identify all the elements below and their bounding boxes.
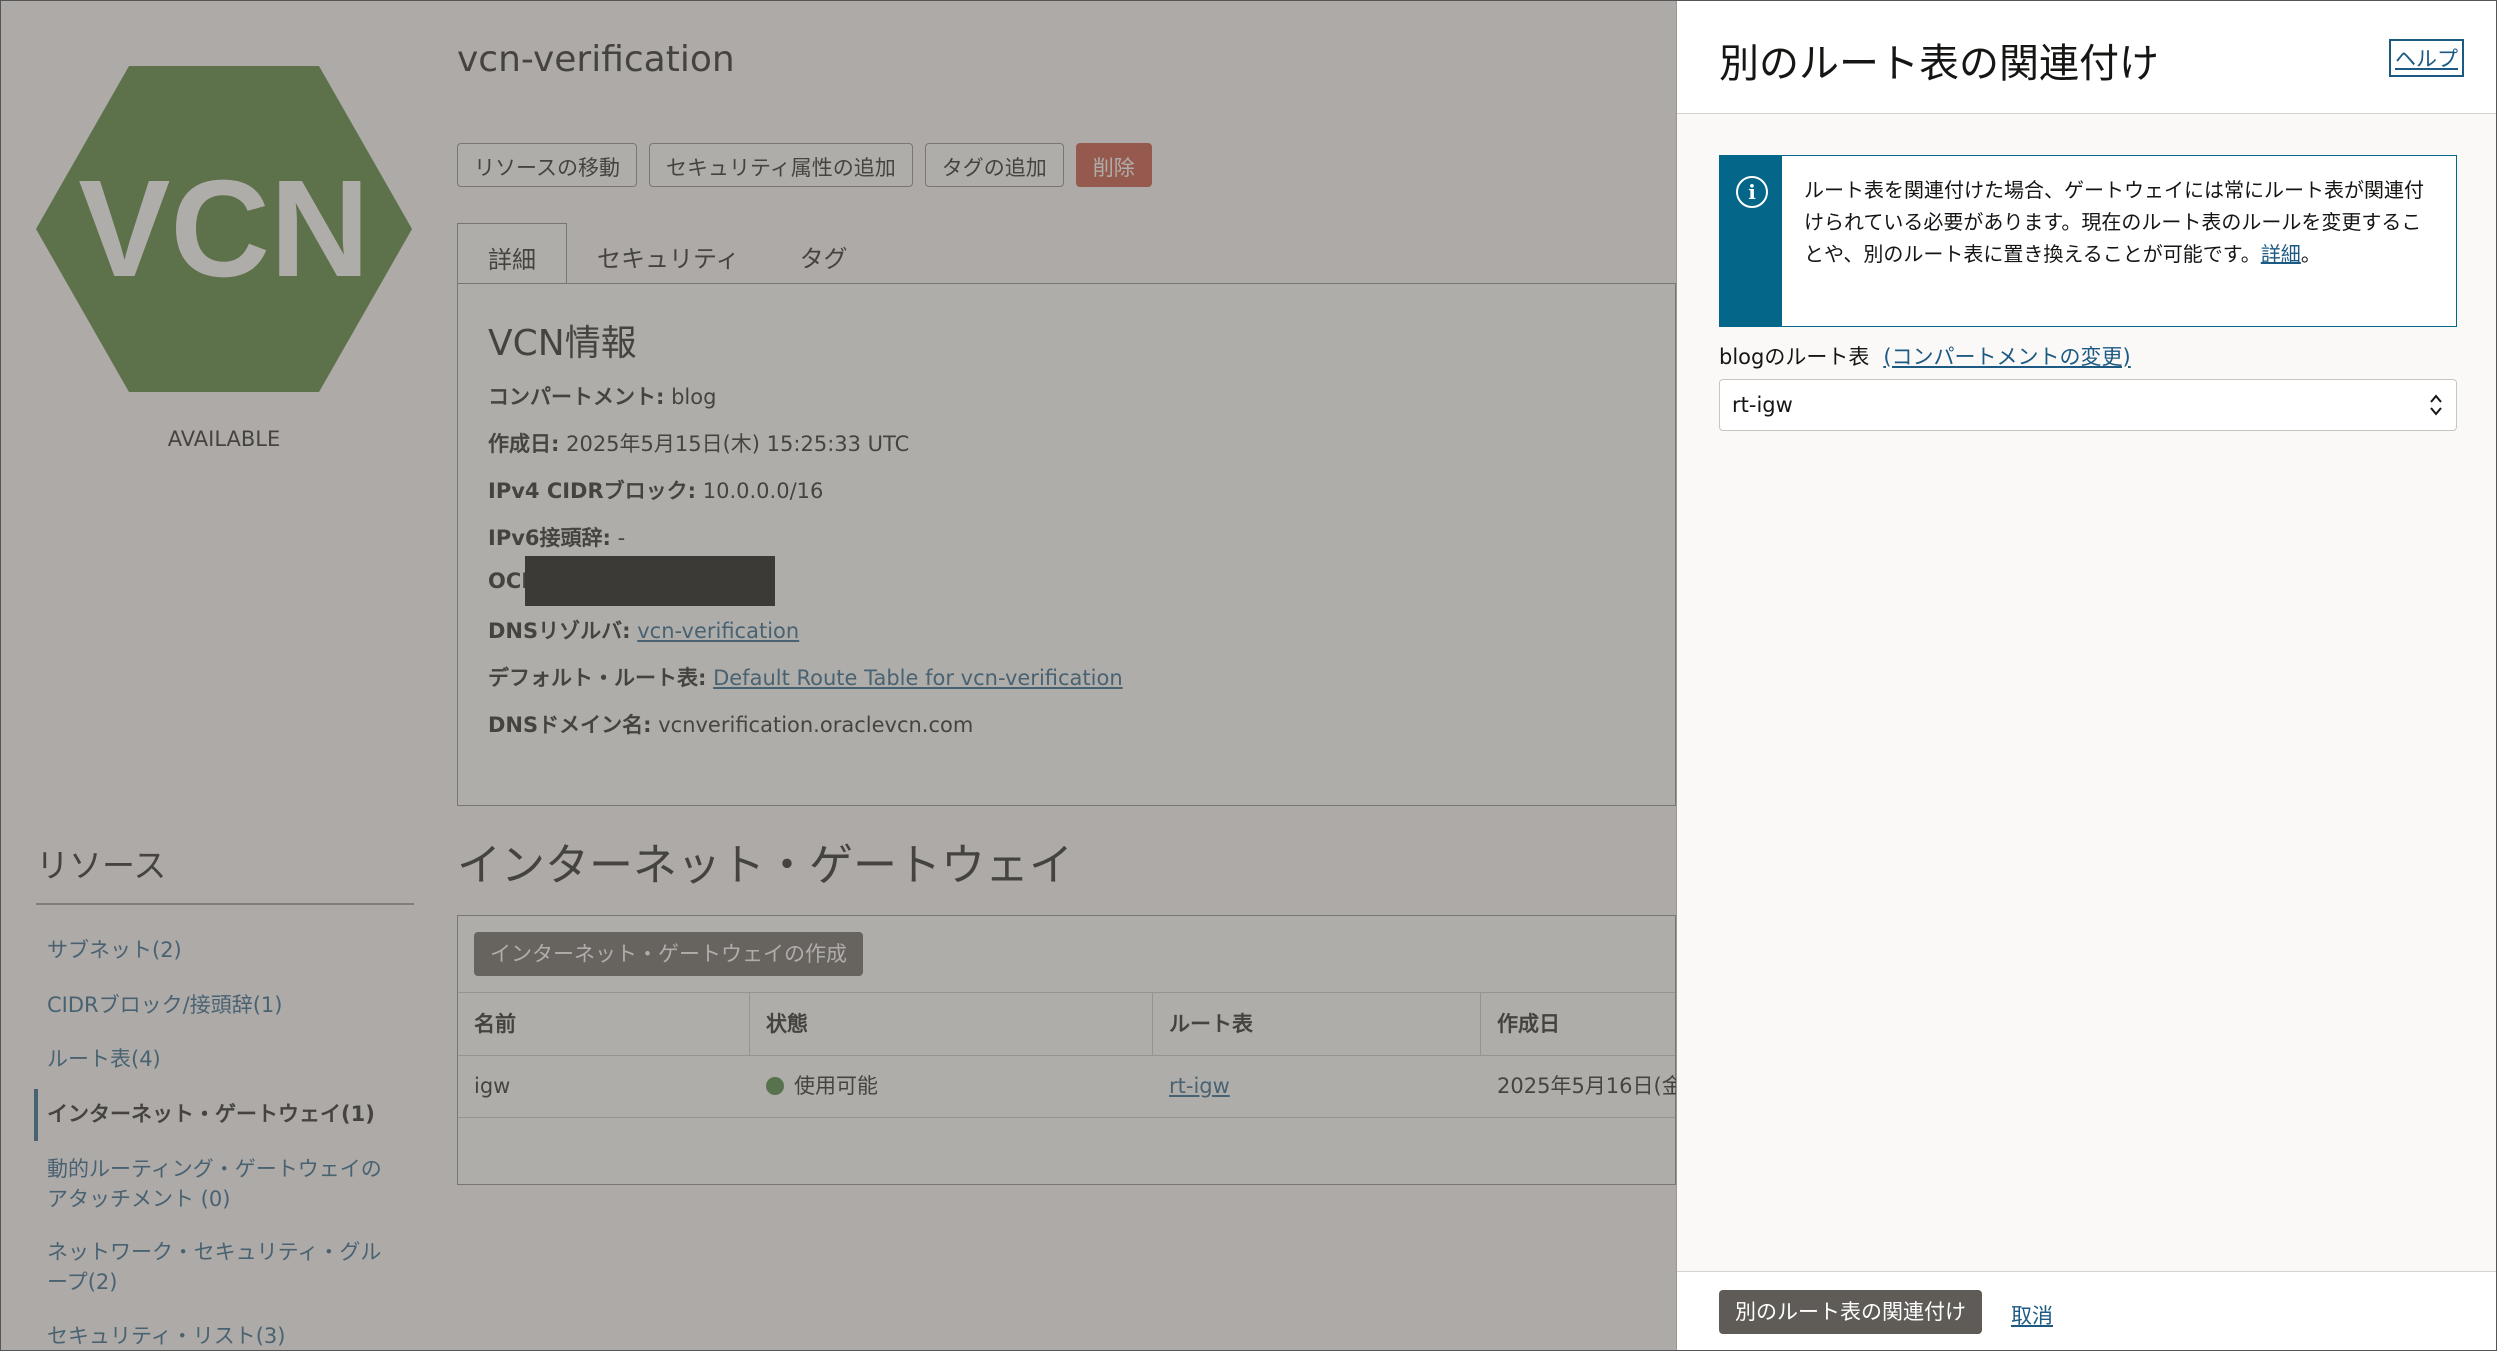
default-route-table-row: デフォルト・ルート表: Default Route Table for vcn-… — [488, 666, 1123, 690]
column-state[interactable]: 状態 — [750, 993, 1153, 1055]
row-state: 使用可能 — [750, 1055, 1153, 1117]
route-table-select[interactable]: rt-igw — [1719, 379, 2457, 431]
drawer-title: 別のルート表の関連付け — [1719, 41, 2159, 87]
create-internet-gateway-button[interactable]: インターネット・ゲートウェイの作成 — [474, 932, 863, 976]
info-alert: i ルート表を関連付けた場合、ゲートウェイには常にルート表が関連付けられている必… — [1719, 155, 2457, 327]
ipv4-row: IPv4 CIDRブロック: 10.0.0.0/16 — [488, 479, 824, 503]
ocid-row: OCID: — [488, 556, 775, 606]
drawer-footer: 別のルート表の関連付け 取消 — [1677, 1271, 2496, 1350]
row-route-table: rt-igw — [1153, 1055, 1481, 1117]
dns-resolver-link[interactable]: vcn-verification — [637, 619, 799, 643]
table-row: igw 使用可能 rt-igw 2025年5月16日(金) — [458, 1055, 1691, 1118]
app-frame: VCN AVAILABLE リソース サブネット(2) CIDRブロック/接頭辞… — [0, 0, 2497, 1351]
created-row: 作成日: 2025年5月15日(木) 15:25:33 UTC — [488, 432, 910, 456]
dns-resolver-row: DNSリゾルバ: vcn-verification — [488, 619, 800, 643]
resources-divider — [36, 903, 414, 905]
compartment-row: コンパートメント: blog — [488, 385, 717, 409]
ipv6-row: IPv6接頭辞: - — [488, 526, 626, 550]
vcn-state: AVAILABLE — [167, 427, 281, 451]
resource-cidr-blocks[interactable]: CIDRブロック/接頭辞(1) — [47, 990, 392, 1020]
info-alert-text: ルート表を関連付けた場合、ゲートウェイには常にルート表が関連付けられている必要が… — [1804, 178, 2424, 266]
associate-route-table-button[interactable]: 別のルート表の関連付け — [1719, 1290, 1982, 1334]
route-table-selected-value: rt-igw — [1732, 393, 1793, 417]
move-resource-button[interactable]: リソースの移動 — [457, 143, 637, 187]
add-security-attr-button[interactable]: セキュリティ属性の追加 — [648, 143, 913, 187]
action-bar: リソースの移動 セキュリティ属性の追加 タグの追加 削除 — [457, 143, 1152, 187]
associate-route-table-drawer: 別のルート表の関連付け ヘルプ i ルート表を関連付けた場合、ゲートウェイには常… — [1676, 1, 2496, 1350]
resource-nsg[interactable]: ネットワーク・セキュリティ・グループ(2) — [47, 1237, 392, 1297]
internet-gateways-table: インターネット・ゲートウェイの作成 名前 状態 ルート表 作成日 igw 使用可… — [457, 915, 1691, 1185]
default-route-table-link[interactable]: Default Route Table for vcn-verification — [713, 666, 1123, 690]
column-created[interactable]: 作成日 — [1481, 993, 1677, 1055]
resource-internet-gateways[interactable]: インターネット・ゲートウェイ(1) — [47, 1099, 392, 1129]
resources-title: リソース — [36, 846, 167, 885]
route-table-field-label: blogのルート表 (コンパートメントの変更) — [1719, 345, 2131, 369]
resource-route-tables[interactable]: ルート表(4) — [47, 1044, 392, 1074]
page-title: vcn-verification — [457, 39, 735, 80]
tab-details[interactable]: 詳細 — [457, 223, 567, 285]
help-link[interactable]: ヘルプ — [2389, 39, 2464, 77]
cancel-link[interactable]: 取消 — [2011, 1300, 2053, 1330]
info-alert-bar: i — [1720, 156, 1782, 326]
delete-button[interactable]: 削除 — [1075, 143, 1152, 187]
vcn-hexagon-icon: VCN — [34, 64, 414, 394]
dns-domain-row: DNSドメイン名: vcnverification.oraclevcn.com — [488, 713, 974, 737]
route-table-link[interactable]: rt-igw — [1169, 1074, 1230, 1098]
info-icon: i — [1736, 176, 1768, 208]
column-route-table[interactable]: ルート表 — [1153, 993, 1481, 1055]
change-compartment-link[interactable]: (コンパートメントの変更) — [1883, 345, 2130, 369]
tab-bar: 詳細 セキュリティ タグ — [457, 223, 878, 285]
row-created: 2025年5月16日(金) — [1497, 1074, 1691, 1098]
chevron-up-down-icon — [2430, 394, 2442, 416]
status-dot-icon — [766, 1077, 784, 1095]
active-indicator — [34, 1089, 38, 1141]
vcn-info-panel: VCN情報 コンパートメント: blog 作成日: 2025年5月15日(木) … — [457, 283, 1676, 806]
column-name[interactable]: 名前 — [458, 993, 750, 1055]
drawer-header: 別のルート表の関連付け ヘルプ — [1677, 1, 2496, 114]
vcn-icon-text: VCN — [78, 152, 369, 306]
learn-more-link[interactable]: 詳細 — [2261, 242, 2301, 266]
tab-security[interactable]: セキュリティ — [567, 223, 770, 285]
row-name: igw — [474, 1074, 511, 1098]
table-header: 名前 状態 ルート表 作成日 — [458, 992, 1675, 1056]
add-tag-button[interactable]: タグの追加 — [924, 143, 1064, 187]
resource-security-lists[interactable]: セキュリティ・リスト(3) — [47, 1321, 392, 1350]
tab-tags[interactable]: タグ — [770, 223, 878, 285]
vcn-info-heading: VCN情報 — [488, 323, 637, 364]
resource-subnets[interactable]: サブネット(2) — [47, 935, 392, 965]
internet-gateways-title: インターネット・ゲートウェイ — [457, 840, 1073, 891]
ocid-redacted — [524, 556, 775, 606]
resource-drg-attachments[interactable]: 動的ルーティング・ゲートウェイのアタッチメント (0) — [47, 1154, 392, 1214]
vcn-details-page: VCN AVAILABLE リソース サブネット(2) CIDRブロック/接頭辞… — [1, 1, 1691, 1350]
